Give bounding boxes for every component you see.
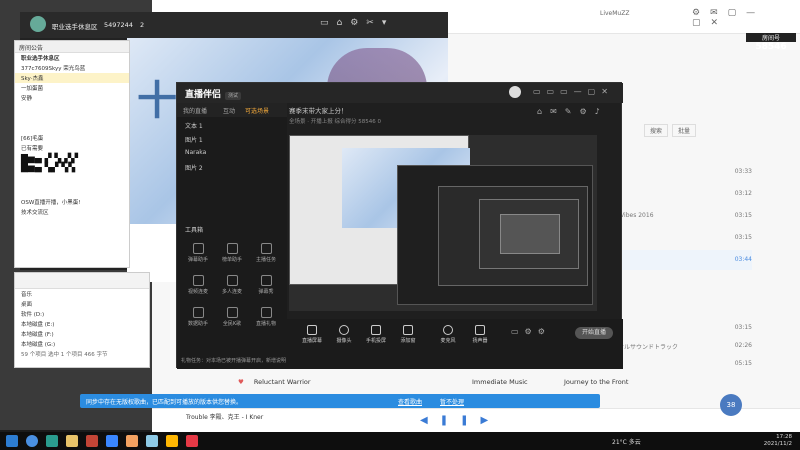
tool-button[interactable]: 弹幕助手 <box>183 243 213 263</box>
assistant-titlebar: 直播伴侣 测试 ▭▭▭—▢✕ <box>177 83 623 103</box>
settings-icons[interactable]: ▭⚙⚙ <box>511 327 551 336</box>
live-assistant-window: 直播伴侣 测试 ▭▭▭—▢✕ 我的直播 互动 可选场景 赛季末带大家上分！ 全场景… <box>176 82 623 369</box>
header-icons[interactable]: ⌂✉✎⚙♪ <box>537 107 608 116</box>
chat-panel: 房间公告 职业选手休息区 377c7609Skyy 荣光鸟蓝 Sky·杰鑫 一加… <box>14 40 130 268</box>
taskbar: 21°C 多云 17:28 2021/11/2 <box>0 432 800 450</box>
room-stats: 全场景 · 开播上报 综合得分 58546 0 <box>289 119 381 125</box>
nested-assistant-preview <box>397 165 593 305</box>
tool-button[interactable]: 直播礼物 <box>251 307 281 327</box>
app-icon[interactable] <box>86 435 98 447</box>
tab-scene[interactable]: 可选场景 <box>245 106 269 115</box>
app-icon[interactable] <box>166 435 178 447</box>
room-number: 58546 <box>755 42 787 52</box>
chat-line: 安静 <box>21 96 33 102</box>
fans-count: 2 <box>140 21 145 29</box>
chat-line: 377c7609Skyy 荣光鸟蓝 <box>21 66 86 72</box>
stream-titlebar: 职业选手休息区 5497244 2 ▭⌂⚙✂▾ <box>20 12 448 38</box>
tab-interact[interactable]: 互动 <box>223 106 235 115</box>
nested-level-4 <box>500 214 560 254</box>
drive-item[interactable]: 本地磁盘 (F:) <box>15 329 149 339</box>
floating-badge[interactable]: 38 <box>720 394 742 416</box>
toolbox-label: 工具箱 <box>185 227 204 234</box>
playback-controls[interactable]: ◀❚❚▶ <box>420 415 500 426</box>
windows-start-icon[interactable] <box>6 435 18 447</box>
nested-level-3 <box>479 199 579 269</box>
scene-sidebar: 文本 1 图片 1 Naraka 图片 2 工具箱 弹幕助手 榜单助手 主播任务… <box>177 117 287 369</box>
avatar[interactable] <box>509 86 521 98</box>
now-playing-title: Trouble 李殿、克王 - I Kner <box>186 414 264 421</box>
speaker-button[interactable]: 扬声器 <box>465 325 495 344</box>
room-title[interactable]: 赛季末带大家上分！ <box>289 105 348 115</box>
chat-line: OSW直播开播，小黑蛋! <box>21 200 81 206</box>
avatar <box>30 16 46 32</box>
app-icon[interactable] <box>146 435 158 447</box>
wechat-icon[interactable] <box>106 435 118 447</box>
ascii-art: ▇▅▄ ▞ ▚ ▞▞ ▇▅▄ ▚▞ ▚▚ <box>21 154 79 173</box>
douyu-logo: 斗鱼 <box>754 10 789 31</box>
chat-header: 房间公告 <box>15 41 129 53</box>
folder-item[interactable]: 音乐 <box>15 289 149 299</box>
tool-button[interactable]: 全民K歌 <box>217 307 247 327</box>
add-window-button[interactable]: 添加窗 <box>393 325 423 344</box>
status-bar: 59 个项目 选中 1 个项目 466 字节 <box>21 352 108 358</box>
tool-button[interactable]: 数据助手 <box>183 307 213 327</box>
search-button[interactable]: 搜索 <box>644 124 669 137</box>
sync-notification: 同步中存在无版权歌曲，已匹配到可播放的版本供您替换。 查看歌曲 暂不处理 <box>80 394 600 408</box>
batch-button[interactable]: 批量 <box>672 124 697 137</box>
weather-widget[interactable]: 21°C 多云 <box>612 437 641 446</box>
folder-item[interactable]: 桌面 <box>15 299 149 309</box>
heart-icon[interactable]: ♥ <box>238 378 244 386</box>
table-row-reluctant[interactable]: ♥ Reluctant Warrior Immediate Music Jour… <box>238 378 798 390</box>
chat-line: 一加蛋菌 <box>21 86 44 92</box>
microphone-button[interactable]: 麦克风 <box>433 325 463 344</box>
phone-cast-button[interactable]: 手机投屏 <box>361 325 391 344</box>
music-app-icon[interactable] <box>186 435 198 447</box>
scene-item[interactable]: Naraka <box>185 149 206 156</box>
assistant-tabs: 我的直播 互动 可选场景 <box>177 103 287 117</box>
assistant-bottom-bar: 直播屏幕 摄像头 手机投屏 添加窗 麦克风 扬声器 ▭⚙⚙ 开始直播 <box>287 319 623 369</box>
douyu-watermark: 斗鱼 房间号 58546 <box>746 6 796 62</box>
tab-my-live[interactable]: 我的直播 <box>183 106 207 115</box>
start-live-button[interactable]: 开始直播 <box>575 327 613 339</box>
assistant-logo: 直播伴侣 测试 <box>185 87 242 100</box>
chat-line: 技术交流区 <box>21 210 49 216</box>
stream-toolbar-icons[interactable]: ▭⌂⚙✂▾ <box>320 18 394 28</box>
chat-line: 已有需要 <box>21 146 44 152</box>
scene-item[interactable]: 文本 1 <box>185 121 203 130</box>
notification-text: 同步中存在无版权歌曲，已匹配到可播放的版本供您替换。 <box>86 399 243 406</box>
drive-item[interactable]: 本地磁盘 (E:) <box>15 319 149 329</box>
chat-spacer <box>15 103 129 133</box>
drive-item[interactable]: 本地磁盘 (G:) <box>15 339 149 349</box>
view-songs-link[interactable]: 查看歌曲 <box>398 397 422 406</box>
room-title: 职业选手休息区 <box>52 23 98 31</box>
chat-line: 职业选手休息区 <box>21 56 60 62</box>
nested-level-2 <box>438 186 588 286</box>
file-explorer-window: 音乐 桌面 软件 (D:) 本地磁盘 (E:) 本地磁盘 (F:) 本地磁盘 (… <box>14 272 150 368</box>
chat-line: Sky·杰鑫 <box>15 73 129 83</box>
music-username[interactable]: LiveMuZZ <box>600 10 629 17</box>
folder-icon[interactable] <box>126 435 138 447</box>
scene-item[interactable]: 图片 2 <box>185 163 203 172</box>
explorer-toolbar[interactable] <box>15 273 149 289</box>
live-preview-canvas[interactable] <box>289 135 597 311</box>
tool-button[interactable]: 主播任务 <box>251 243 281 263</box>
chrome-icon[interactable] <box>66 435 78 447</box>
tool-button[interactable]: 弹幕秀 <box>251 275 281 295</box>
system-clock[interactable]: 17:28 2021/11/2 <box>764 434 792 448</box>
window-controls[interactable]: ▭▭▭—▢✕ <box>533 87 614 96</box>
camera-button[interactable]: 摄像头 <box>329 325 359 344</box>
ignore-link[interactable]: 暂不处理 <box>440 397 464 406</box>
chat-line: [66]毛蛋 <box>21 136 44 142</box>
banner-art: 十 <box>137 77 177 124</box>
tool-button[interactable]: 视频连麦 <box>183 275 213 295</box>
screen-capture-button[interactable]: 直播屏幕 <box>297 325 327 344</box>
room-number-label: 房间号 <box>746 33 796 42</box>
drive-item[interactable]: 软件 (D:) <box>15 309 149 319</box>
edge-icon[interactable] <box>46 435 58 447</box>
tool-button[interactable]: 榜单助手 <box>217 243 247 263</box>
search-icon[interactable] <box>26 435 38 447</box>
scene-item[interactable]: 图片 1 <box>185 135 203 144</box>
viewer-count: 5497244 <box>104 21 133 29</box>
tool-button[interactable]: 多人连麦 <box>217 275 247 295</box>
